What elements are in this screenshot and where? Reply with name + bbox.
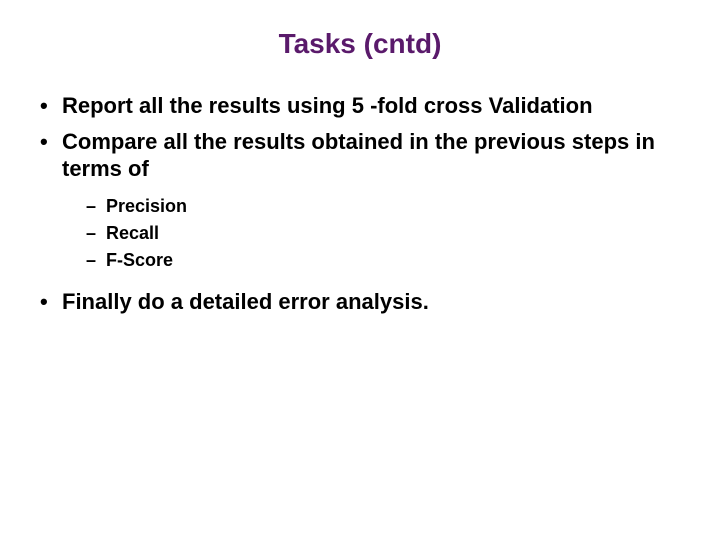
sub-bullet-text: Precision <box>106 196 187 216</box>
bullet-text: Compare all the results obtained in the … <box>62 129 655 182</box>
bullet-list: Report all the results using 5 -fold cro… <box>40 92 690 315</box>
bullet-text: Report all the results using 5 -fold cro… <box>62 93 593 118</box>
bullet-item: Compare all the results obtained in the … <box>40 128 690 274</box>
sub-bullet-item: Recall <box>86 220 690 247</box>
slide: Tasks (cntd) Report all the results usin… <box>0 0 720 540</box>
sub-bullet-item: Precision <box>86 193 690 220</box>
sub-bullet-item: F-Score <box>86 247 690 274</box>
sub-bullet-text: Recall <box>106 223 159 243</box>
bullet-text: Finally do a detailed error analysis. <box>62 289 429 314</box>
bullet-item: Finally do a detailed error analysis. <box>40 288 690 316</box>
bullet-item: Report all the results using 5 -fold cro… <box>40 92 690 120</box>
slide-title: Tasks (cntd) <box>30 28 690 60</box>
sub-bullet-text: F-Score <box>106 250 173 270</box>
sub-bullet-list: Precision Recall F-Score <box>86 193 690 274</box>
